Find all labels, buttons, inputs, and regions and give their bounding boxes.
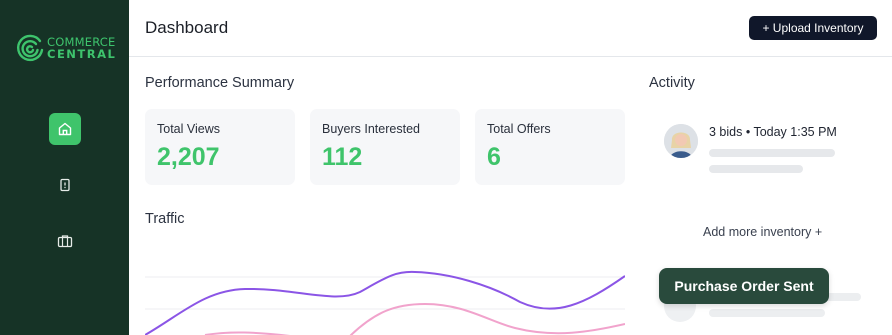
sidebar-item-documents[interactable] — [49, 169, 81, 201]
avatar — [664, 124, 698, 158]
user-avatar-icon — [664, 124, 698, 158]
activity-text: 3 bids • Today 1:35 PM — [709, 125, 837, 139]
top-header: Dashboard + Upload Inventory — [129, 0, 892, 57]
brand-line-2: CENTRAL — [47, 47, 117, 61]
stat-value: 6 — [487, 143, 501, 171]
brand-name: COMMERCE CENTRAL — [47, 36, 116, 60]
page-title: Dashboard — [145, 18, 229, 37]
stat-label: Total Views — [157, 122, 220, 136]
traffic-title: Traffic — [145, 211, 185, 227]
activity-item[interactable]: 3 bids • Today 1:35 PM — [664, 124, 884, 184]
stat-card-total-views: Total Views 2,207 — [145, 109, 295, 185]
stat-value: 2,207 — [157, 143, 220, 171]
traffic-chart — [145, 270, 625, 335]
stat-value: 112 — [322, 143, 363, 171]
upload-inventory-button[interactable]: + Upload Inventory — [749, 16, 877, 40]
traffic-series-purple — [145, 270, 625, 335]
sidebar-item-inventory[interactable] — [49, 225, 81, 257]
stat-label: Buyers Interested — [322, 122, 420, 136]
skeleton-line — [709, 165, 803, 173]
activity-title: Activity — [649, 75, 695, 91]
briefcase-icon — [57, 235, 73, 248]
home-icon — [58, 122, 72, 136]
stat-card-buyers-interested: Buyers Interested 112 — [310, 109, 460, 185]
document-icon — [60, 178, 70, 192]
brand-mark-icon — [17, 34, 44, 62]
stat-card-total-offers: Total Offers 6 — [475, 109, 625, 185]
add-more-inventory-link[interactable]: Add more inventory + — [703, 225, 822, 239]
sidebar: COMMERCE CENTRAL — [0, 0, 129, 335]
purchase-order-toast[interactable]: Purchase Order Sent — [659, 268, 829, 304]
skeleton-line — [709, 309, 825, 317]
skeleton-line — [709, 149, 835, 157]
performance-summary-title: Performance Summary — [145, 75, 295, 91]
sidebar-item-home[interactable] — [49, 113, 81, 145]
stat-label: Total Offers — [487, 122, 551, 136]
brand-logo[interactable]: COMMERCE CENTRAL — [15, 32, 115, 66]
